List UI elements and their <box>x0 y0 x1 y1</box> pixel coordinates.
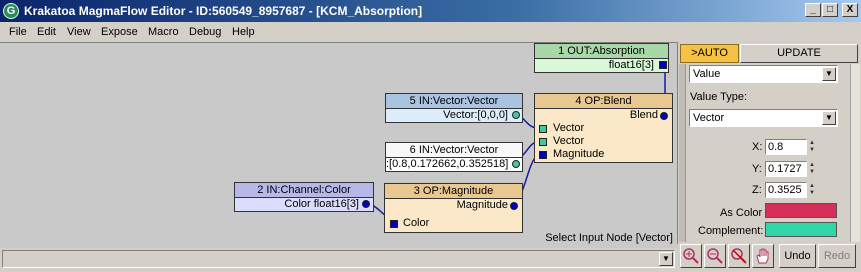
node-op-blend[interactable]: 4 OP:Blend Blend Vector Vector Magnitude <box>534 93 673 163</box>
update-button[interactable]: UPDATE <box>740 44 858 63</box>
y-label: Y: <box>752 163 762 175</box>
redo-button[interactable]: Redo <box>818 244 856 268</box>
input-socket[interactable] <box>390 220 398 228</box>
zoom-out-icon[interactable] <box>704 244 726 268</box>
chevron-down-icon[interactable]: ▼ <box>822 111 836 125</box>
input-socket[interactable] <box>539 125 547 133</box>
node-port-label: Vector:[0,0,0] <box>386 109 522 122</box>
as-color-swatch[interactable] <box>765 203 837 218</box>
maximize-button[interactable]: □ <box>822 3 838 17</box>
status-message: Select Input Node [Vector] <box>545 232 673 244</box>
minimize-button[interactable]: _ <box>805 3 821 17</box>
window-title: Krakatoa MagmaFlow Editor - ID:560549_89… <box>24 4 423 18</box>
complement-color-swatch[interactable] <box>765 222 837 237</box>
node-header: 5 IN:Vector:Vector <box>386 94 522 109</box>
value-type-combo[interactable]: Vector ▼ <box>689 109 838 127</box>
value-combo[interactable]: Value ▼ <box>689 65 838 83</box>
zoom-reset-icon[interactable] <box>728 244 750 268</box>
menu-edit[interactable]: Edit <box>37 26 56 38</box>
node-in-vector2[interactable]: 6 IN:Vector:Vector :[0.8,0.172662,0.3525… <box>385 142 523 172</box>
close-button[interactable]: X <box>842 3 858 17</box>
title-bar[interactable]: G Krakatoa MagmaFlow Editor - ID:560549_… <box>0 0 861 22</box>
app-icon: G <box>3 3 19 19</box>
value-type-label: Value Type: <box>690 91 748 103</box>
node-output-label: Magnitude <box>456 199 508 211</box>
menu-macro[interactable]: Macro <box>148 26 179 38</box>
command-field[interactable]: ▼ <box>2 250 675 268</box>
output-socket[interactable] <box>362 200 370 208</box>
x-label: X: <box>752 141 763 153</box>
output-socket[interactable] <box>512 111 520 119</box>
node-port-label: :[0.8,0.172662,0.352518] <box>386 158 522 171</box>
pan-hand-icon[interactable] <box>752 244 774 268</box>
y-spinner[interactable]: 0.1727 <box>765 161 807 177</box>
auto-toggle-button[interactable]: >AUTO <box>680 44 739 63</box>
menu-file[interactable]: File <box>9 26 27 38</box>
bottom-bar: ▼ <box>0 248 677 272</box>
value-combo-text: Value <box>693 68 721 80</box>
node-port-label: float16[3] <box>535 59 668 72</box>
undo-button[interactable]: Undo <box>779 244 816 268</box>
x-spinner[interactable]: 0.8 <box>765 139 807 155</box>
y-spinner-arrows[interactable]: ▲ ▼ <box>809 162 816 176</box>
zoom-in-icon[interactable] <box>680 244 702 268</box>
output-socket[interactable] <box>512 160 520 168</box>
menu-view[interactable]: View <box>67 26 91 38</box>
node-out-absorption[interactable]: 1 OUT:Absorption float16[3] <box>534 43 669 73</box>
x-spinner-arrows[interactable]: ▲ ▼ <box>809 140 816 154</box>
node-in-channel[interactable]: 2 IN:Channel:Color Color float16[3] <box>234 182 374 212</box>
menu-bar: File Edit View Expose Macro Debug Help <box>0 22 861 42</box>
panel-splitter[interactable] <box>679 64 686 242</box>
node-output-label: Blend <box>629 109 658 121</box>
node-in-vector[interactable]: 5 IN:Vector:Vector Vector:[0,0,0] <box>385 93 523 123</box>
z-spinner-arrows[interactable]: ▲ ▼ <box>809 183 816 197</box>
output-socket[interactable] <box>660 112 668 120</box>
node-header: 4 OP:Blend <box>535 94 672 109</box>
z-spinner[interactable]: 0.3525 <box>765 182 807 198</box>
menu-debug[interactable]: Debug <box>189 26 221 38</box>
node-canvas[interactable]: 1 OUT:Absorption float16[3] 5 IN:Vector:… <box>0 42 677 248</box>
node-input-label: Magnitude <box>553 148 605 160</box>
node-op-magnitude[interactable]: 3 OP:Magnitude Magnitude Color <box>384 183 523 233</box>
node-port-label: Color float16[3] <box>235 198 373 211</box>
node-header: 2 IN:Channel:Color <box>235 183 373 198</box>
node-input-label: Color <box>403 217 430 229</box>
as-color-label: As Color <box>720 207 763 219</box>
chevron-down-icon[interactable]: ▼ <box>659 252 673 266</box>
panel-scrollbar[interactable] <box>850 64 860 242</box>
properties-panel: >AUTO UPDATE Value ▼ Value Type: Vector … <box>677 42 861 244</box>
output-socket[interactable] <box>510 202 518 210</box>
input-socket[interactable] <box>539 151 547 159</box>
menu-help[interactable]: Help <box>232 26 255 38</box>
chevron-down-icon[interactable]: ▼ <box>822 67 836 81</box>
node-header: 3 OP:Magnitude <box>385 184 522 199</box>
z-label: Z: <box>752 184 762 196</box>
node-input-label: Vector <box>553 122 585 134</box>
input-socket[interactable] <box>539 138 547 146</box>
output-socket[interactable] <box>659 61 667 69</box>
menu-expose[interactable]: Expose <box>101 26 138 38</box>
node-input-label: Vector <box>553 135 585 147</box>
complement-label: Complement: <box>698 225 764 237</box>
node-header: 6 IN:Vector:Vector <box>386 143 522 158</box>
value-type-combo-text: Vector <box>693 112 725 124</box>
node-header: 1 OUT:Absorption <box>535 44 668 59</box>
